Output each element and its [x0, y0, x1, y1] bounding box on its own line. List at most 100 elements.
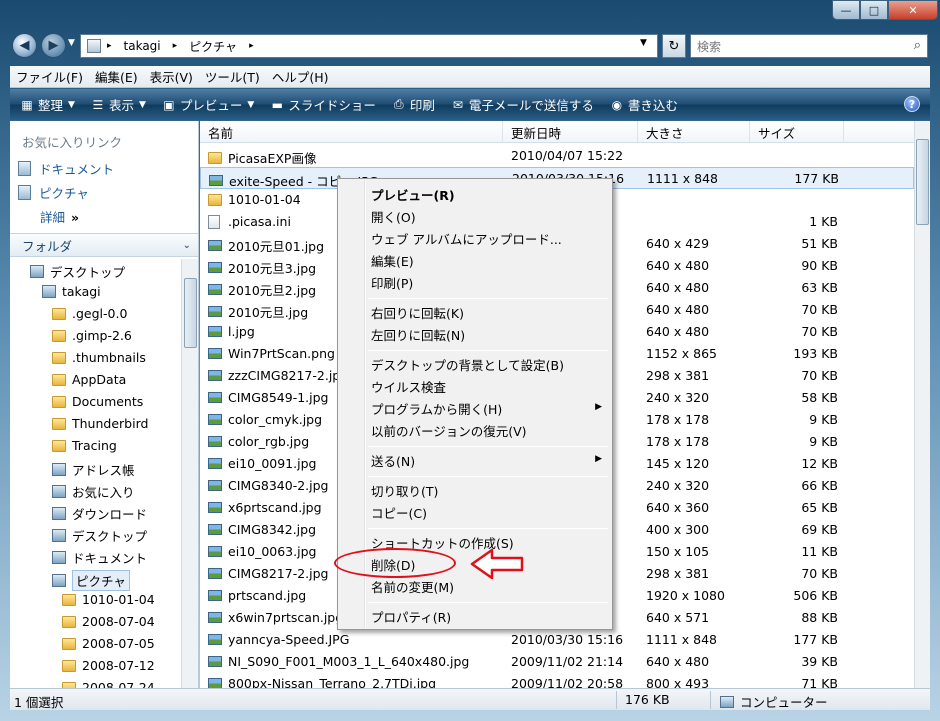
tree-item-favorites[interactable]: お気に入り: [52, 482, 135, 501]
file-row[interactable]: yanncya-Speed.JPG 2010/03/30 15:16 1111 x …: [200, 629, 914, 651]
file-list-scrollbar[interactable]: [914, 121, 930, 688]
tree-item-thunderbird[interactable]: Thunderbird: [52, 416, 148, 431]
menu-item[interactable]: 送る(N): [371, 451, 415, 470]
favorite-links-title: お気に入りリンク: [22, 135, 123, 150]
more-links-button[interactable]: 詳細 »: [40, 207, 79, 226]
menu-item[interactable]: 切り取り(T): [371, 481, 438, 500]
file-row[interactable]: NI_S090_F001_M003_1_L_640x480.jpg 2009/11…: [200, 651, 914, 673]
favorite-link-pictures[interactable]: ピクチャ: [18, 183, 89, 202]
menu-item[interactable]: プログラムから開く(H): [371, 399, 502, 418]
image-file-icon: [208, 678, 222, 688]
menu-item[interactable]: デスクトップの背景として設定(B): [371, 355, 564, 374]
tree-item-label: .thumbnails: [72, 350, 146, 365]
minimize-button[interactable]: —: [832, 0, 860, 20]
printer-icon: ⎙: [394, 97, 404, 111]
tree-item-appdata[interactable]: AppData: [52, 372, 126, 387]
tree-item-gegl[interactable]: .gegl-0.0: [52, 306, 127, 321]
maximize-button[interactable]: □: [860, 0, 888, 20]
tree-item-user-documents[interactable]: ドキュメント: [52, 548, 147, 567]
recent-pages-dropdown[interactable]: ▼: [68, 38, 75, 48]
file-name: 2010元旦2.jpg: [228, 283, 317, 298]
menu-item[interactable]: 開く(O): [371, 207, 416, 226]
column-header-dimensions[interactable]: 大きさ: [638, 121, 750, 143]
menu-view[interactable]: 表示(V): [144, 67, 199, 86]
menu-item[interactable]: 編集(E): [371, 251, 414, 270]
menu-item[interactable]: プロパティ(R): [371, 607, 451, 626]
folder-tree-scrollbar[interactable]: [181, 259, 198, 688]
breadcrumb-separator[interactable]: ▸: [249, 41, 254, 51]
help-icon[interactable]: ?: [904, 96, 920, 112]
favorite-link-documents[interactable]: ドキュメント: [18, 159, 114, 178]
email-button[interactable]: ✉ 電子メールで送信する: [451, 95, 594, 114]
tree-item-documents[interactable]: Documents: [52, 394, 143, 409]
breadcrumb-pictures[interactable]: ピクチャ: [189, 38, 237, 55]
print-button[interactable]: ⎙ 印刷: [392, 95, 435, 114]
forward-button[interactable]: ▶: [41, 33, 66, 58]
views-button[interactable]: ☰ 表示 ▼: [91, 95, 146, 114]
address-dropdown[interactable]: ▼: [640, 38, 647, 48]
tree-item-takagi[interactable]: takagi: [42, 284, 101, 299]
tree-item-label: 1010-01-04: [82, 592, 155, 607]
file-row[interactable]: PicasaEXP画像 2010/04/07 15:22: [200, 145, 914, 167]
menu-item[interactable]: コピー(C): [371, 503, 427, 522]
tree-item-2008-07-12[interactable]: 2008-07-12: [62, 658, 155, 673]
menu-item[interactable]: 印刷(P): [371, 273, 413, 292]
tree-item-2008-07-05[interactable]: 2008-07-05: [62, 636, 155, 651]
burn-button[interactable]: ◉ 書き込む: [610, 95, 678, 114]
menu-edit[interactable]: 編集(E): [89, 67, 144, 86]
menu-item[interactable]: 左回りに回転(N): [371, 325, 465, 344]
menu-item[interactable]: ウェブ アルバムにアップロード...: [371, 229, 562, 248]
tree-item-1010-01-04[interactable]: 1010-01-04: [62, 592, 155, 607]
menu-item[interactable]: 以前のバージョンの復元(V): [371, 421, 527, 440]
status-divider: [710, 691, 711, 709]
tree-item-gimp[interactable]: .gimp-2.6: [52, 328, 132, 343]
tree-item-user-desktop[interactable]: デスクトップ: [52, 526, 147, 545]
file-size: 193 KB: [793, 346, 838, 361]
image-file-icon: [208, 568, 222, 579]
back-button[interactable]: ◀: [12, 33, 37, 58]
tree-item-2008-07-04[interactable]: 2008-07-04: [62, 614, 155, 629]
folders-header[interactable]: フォルダ ⌄: [10, 233, 198, 257]
folder-icon: [52, 439, 66, 452]
file-name: 2010元旦.jpg: [228, 305, 309, 320]
image-file-icon: [208, 612, 222, 623]
image-file-icon: [208, 284, 222, 295]
tree-item-thumbnails[interactable]: .thumbnails: [52, 350, 146, 365]
column-header-date[interactable]: 更新日時: [503, 121, 638, 143]
tree-item-tracing[interactable]: Tracing: [52, 438, 117, 453]
file-size: 39 KB: [801, 654, 838, 669]
search-input[interactable]: 検索 ⌕: [690, 34, 928, 58]
preview-button[interactable]: ▣ プレビュー ▼: [162, 95, 254, 114]
menu-item[interactable]: 名前の変更(M): [371, 577, 454, 596]
menu-item[interactable]: プレビュー(R): [371, 185, 455, 204]
tree-item-2008-07-24[interactable]: 2008-07-24: [62, 680, 155, 688]
file-row[interactable]: 800px-Nissan_Terrano_2.7TDi.jpg 2009/11/0…: [200, 673, 914, 688]
tree-item-downloads[interactable]: ダウンロード: [52, 504, 147, 523]
search-icon[interactable]: ⌕: [914, 38, 921, 53]
breadcrumb-separator[interactable]: ▸: [173, 41, 178, 51]
tree-item-contacts[interactable]: アドレス帳: [52, 460, 135, 479]
contacts-icon: [52, 463, 66, 476]
file-dimensions: 640 x 480: [646, 258, 710, 273]
address-bar[interactable]: ▸ takagi ▸ ピクチャ ▸: [80, 34, 658, 58]
tree-item-desktop[interactable]: デスクトップ: [30, 262, 125, 281]
refresh-button[interactable]: ↻: [662, 34, 686, 58]
tree-item-pictures[interactable]: ピクチャ: [52, 570, 130, 591]
column-header-size[interactable]: サイズ: [750, 121, 844, 143]
menu-item[interactable]: ウイルス検査: [371, 377, 446, 396]
file-dimensions: 1920 x 1080: [646, 588, 725, 603]
scrollbar-thumb[interactable]: [916, 139, 929, 225]
file-dimensions: 640 x 480: [646, 654, 710, 669]
scrollbar-thumb[interactable]: [184, 278, 197, 348]
menu-tools[interactable]: ツール(T): [199, 67, 266, 86]
column-header-name[interactable]: 名前: [200, 121, 503, 143]
tree-item-label: AppData: [72, 372, 127, 387]
organize-button[interactable]: ▦ 整理 ▼: [20, 95, 75, 114]
breadcrumb-takagi[interactable]: takagi: [124, 39, 161, 53]
slideshow-button[interactable]: ▬ スライドショー: [270, 95, 376, 114]
menu-file[interactable]: ファイル(F): [10, 67, 89, 86]
menu-item[interactable]: 右回りに回転(K): [371, 303, 464, 322]
close-button[interactable]: ✕: [888, 0, 938, 20]
breadcrumb-separator[interactable]: ▸: [107, 41, 112, 51]
menu-help[interactable]: ヘルプ(H): [266, 67, 335, 86]
